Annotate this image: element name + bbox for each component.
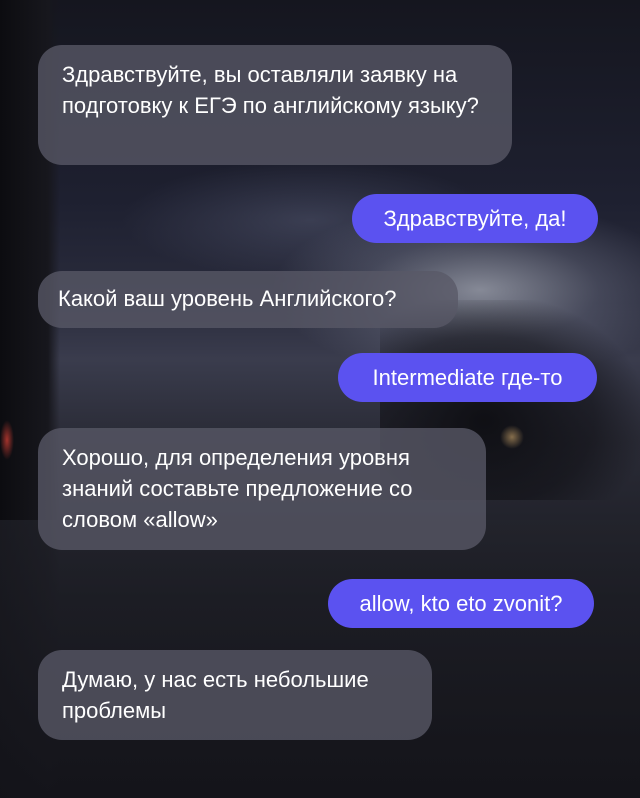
message-incoming[interactable]: Какой ваш уровень Английского? — [38, 271, 458, 328]
street-light — [500, 425, 524, 449]
message-outgoing[interactable]: allow, kto eto zvonit? — [328, 579, 594, 628]
message-incoming[interactable]: Хорошо, для определения уровня знаний со… — [38, 428, 486, 550]
street-light — [0, 420, 14, 460]
message-incoming[interactable]: Думаю, у нас есть небольшие проблемы — [38, 650, 432, 740]
message-outgoing[interactable]: Intermediate где-то — [338, 353, 597, 402]
message-incoming[interactable]: Здравствуйте, вы оставляли заявку на под… — [38, 45, 512, 165]
message-outgoing[interactable]: Здравствуйте, да! — [352, 194, 598, 243]
